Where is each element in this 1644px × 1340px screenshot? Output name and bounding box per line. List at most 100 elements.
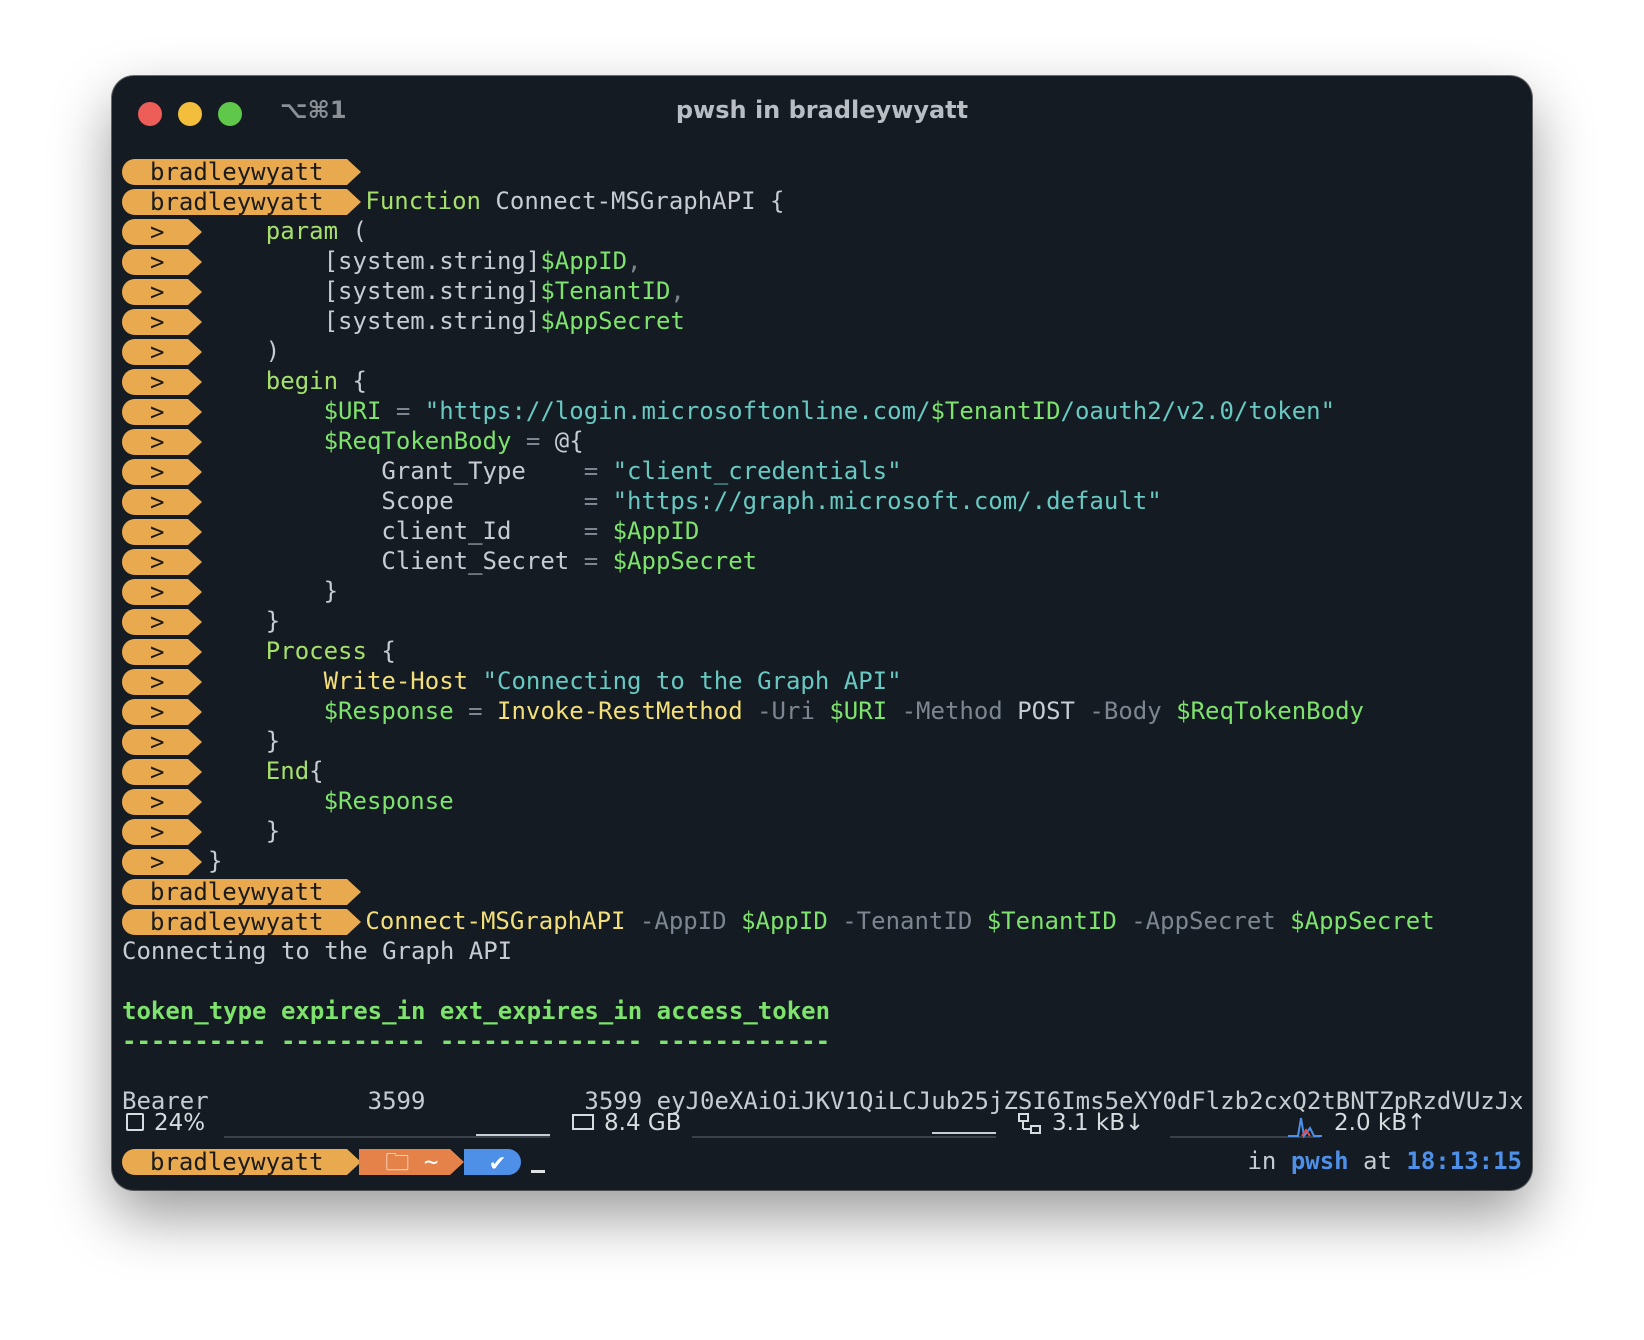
code-text: @{ — [554, 427, 584, 455]
variable: $AppSecret — [540, 307, 685, 335]
code-line: > } — [122, 576, 1522, 606]
separator: ---------- — [280, 1027, 426, 1055]
code-text: } — [323, 577, 339, 605]
memory-sparkline-active — [932, 1132, 996, 1134]
code-line: > begin { — [122, 366, 1522, 396]
cpu-sparkline-active — [476, 1134, 550, 1136]
type-literal: [system.string] — [323, 247, 541, 275]
checkmark-icon: ✔ — [490, 1148, 505, 1176]
continuation-marker: > — [122, 669, 202, 695]
terminal-content[interactable]: bradleywyatt bradleywyatt Function Connec… — [122, 156, 1522, 1176]
parameter: -AppSecret — [1116, 907, 1291, 935]
continuation-marker: > — [122, 489, 202, 515]
code-text: { — [309, 757, 324, 785]
code-text: } — [265, 817, 281, 845]
parameter: -Body — [1074, 697, 1177, 725]
continuation-marker: > — [122, 279, 202, 305]
memory-icon — [572, 1113, 594, 1130]
code-line: > $Response = Invoke-RestMethod -Uri $UR… — [122, 696, 1522, 726]
keyword: End — [265, 757, 310, 785]
code-text: { — [366, 637, 396, 665]
code-line: > } — [122, 606, 1522, 636]
network-up-indicator: 2.0 kB↑ — [1334, 1106, 1426, 1140]
continuation-marker: > — [122, 639, 202, 665]
parameter: -Uri — [742, 697, 830, 725]
code-line: > client_Id = $AppID — [122, 516, 1522, 546]
variable: $URI — [829, 697, 888, 725]
separator: -------------- — [439, 1027, 643, 1055]
column-header: expires_in — [280, 997, 426, 1025]
host-message: Connecting to the Graph API — [122, 937, 513, 965]
code-line: > Write-Host "Connecting to the Graph AP… — [122, 666, 1522, 696]
hashtable-key: Scope — [381, 487, 584, 515]
string-literal: "Connecting to the Graph API" — [468, 667, 902, 695]
variable: $AppID — [741, 907, 828, 935]
code-line: > [system.string]$AppID, — [122, 246, 1522, 276]
code-text: } — [265, 607, 281, 635]
network-up-graph — [1288, 1106, 1322, 1140]
string-literal: "client_credentials" — [612, 457, 902, 485]
code-line: > [system.string]$TenantID, — [122, 276, 1522, 306]
continuation-marker: > — [122, 699, 202, 725]
continuation-marker: > — [122, 609, 202, 635]
operator: = — [381, 397, 425, 425]
keyword: param — [265, 217, 339, 245]
cpu-sparkline — [224, 1136, 550, 1138]
code-line: > } — [122, 726, 1522, 756]
code-line: > Scope = "https://graph.microsoft.com/.… — [122, 486, 1522, 516]
memory-value: 8.4 GB — [604, 1110, 682, 1136]
variable: $TenantID — [930, 397, 1061, 425]
column-header: token_type — [122, 997, 267, 1025]
prompt-status-segment: ✔ — [464, 1148, 521, 1176]
code-text: , — [670, 277, 685, 305]
status-bar: 24% 8.4 GB 3.1 kB↓ 2.0 kB↑ — [122, 1106, 1522, 1140]
network-up-sparkline — [1288, 1117, 1322, 1139]
folder-icon: 🗀 — [385, 1148, 410, 1176]
window-title: pwsh in bradleywyatt — [675, 96, 969, 124]
code-text: ) — [265, 337, 281, 365]
code-line: > param ( — [122, 216, 1522, 246]
parameter: -TenantID — [827, 907, 987, 935]
continuation-marker: > — [122, 849, 202, 875]
operator: = — [453, 697, 497, 725]
operator: = — [583, 547, 613, 575]
continuation-marker: > — [122, 759, 202, 785]
code-text: , — [627, 247, 642, 275]
hashtable-key: Grant_Type — [381, 457, 584, 485]
continuation-marker: > — [122, 789, 202, 815]
continuation-marker: > — [122, 369, 202, 395]
continuation-marker: > — [122, 429, 202, 455]
string-literal: "https://graph.microsoft.com/.default" — [612, 487, 1162, 515]
continuation-marker: > — [122, 339, 202, 365]
code-line: > } — [122, 816, 1522, 846]
continuation-marker: > — [122, 729, 202, 755]
output-line: Connecting to the Graph API — [122, 936, 1522, 966]
column-header: access_token — [656, 997, 831, 1025]
keyword: Process — [265, 637, 367, 665]
prompt-user-segment: bradleywyatt — [122, 909, 362, 935]
variable: $TenantID — [986, 907, 1117, 935]
network-down-value: 3.1 kB↓ — [1052, 1110, 1145, 1136]
continuation-marker: > — [122, 249, 202, 275]
variable: $AppSecret — [612, 547, 758, 575]
hashtable-key: Client_Secret — [381, 547, 584, 575]
code-line: > $ReqTokenBody = @{ — [122, 426, 1522, 456]
continuation-marker: > — [122, 399, 202, 425]
code-line: > $URI = "https://login.microsoftonline.… — [122, 396, 1522, 426]
cpu-value: 24% — [154, 1110, 206, 1136]
table-separator: ---------- ---------- -------------- ---… — [122, 1026, 1522, 1056]
cpu-icon — [126, 1112, 144, 1131]
separator: ------------ — [656, 1027, 831, 1055]
code-text: } — [265, 727, 281, 755]
prompt-user-segment: bradleywyatt — [122, 189, 362, 215]
network-down-indicator: 3.1 kB↓ — [1018, 1106, 1144, 1140]
code-line: > [system.string]$AppSecret — [122, 306, 1522, 336]
variable: $TenantID — [540, 277, 671, 305]
variable: $AppID — [540, 247, 628, 275]
current-prompt[interactable]: bradleywyatt 🗀 ~ ✔ in pwsh at 18:13:15 — [122, 1146, 1522, 1176]
prompt-dir: ~ — [423, 1148, 439, 1176]
continuation-marker: > — [122, 219, 202, 245]
prompt-time: 18:13:15 — [1406, 1147, 1522, 1175]
code-line: > Grant_Type = "client_credentials" — [122, 456, 1522, 486]
